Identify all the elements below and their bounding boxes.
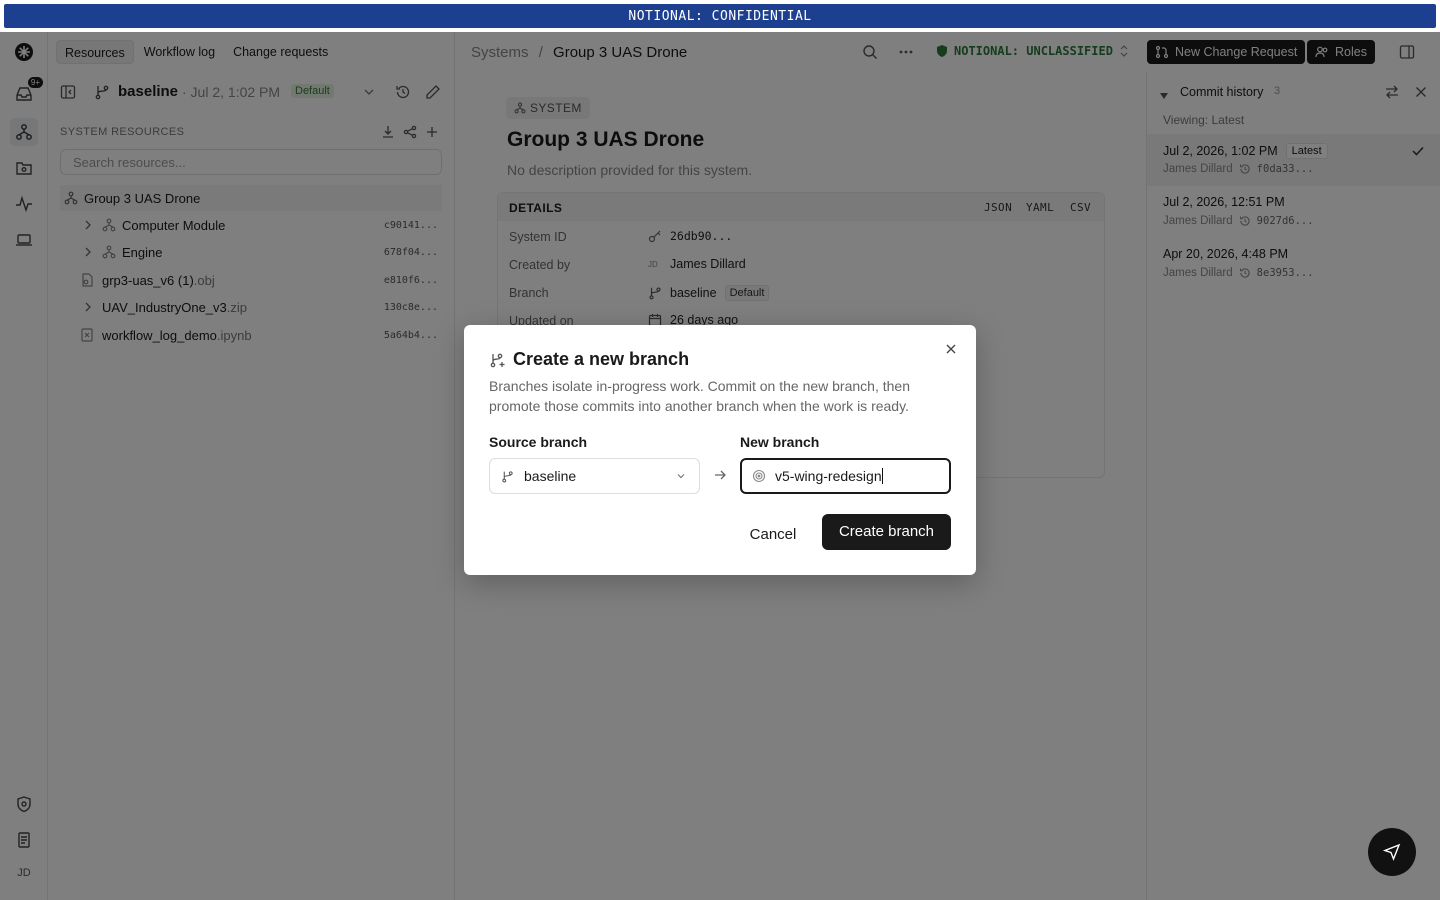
- new-branch-input[interactable]: v5-wing-redesign: [740, 458, 951, 494]
- dialog-description: Branches isolate in-progress work. Commi…: [489, 378, 910, 414]
- target-icon: [752, 469, 766, 483]
- dialog-title: Create a new branch: [513, 349, 690, 369]
- new-branch-icon: [489, 352, 505, 371]
- assistant-fab[interactable]: [1368, 828, 1416, 876]
- new-branch-value: v5-wing-redesign: [775, 468, 882, 484]
- branch-icon: [502, 470, 513, 482]
- close-icon[interactable]: [944, 342, 958, 359]
- source-branch-value: baseline: [524, 468, 577, 484]
- create-branch-dialog: Create a new branch Branches isolate in-…: [464, 325, 976, 575]
- create-branch-button[interactable]: Create branch: [822, 514, 951, 550]
- new-branch-label: New branch: [740, 434, 820, 450]
- source-branch-select[interactable]: baseline: [489, 458, 700, 494]
- cancel-button[interactable]: Cancel: [740, 522, 806, 548]
- source-branch-label: Source branch: [489, 434, 588, 450]
- cursor-arrow-icon: [1383, 843, 1401, 861]
- classification-banner: NOTIONAL: CONFIDENTIAL: [4, 4, 1436, 28]
- arrow-right-icon: [713, 468, 727, 485]
- text-cursor: [881, 468, 883, 484]
- chevron-down-icon: [677, 474, 685, 479]
